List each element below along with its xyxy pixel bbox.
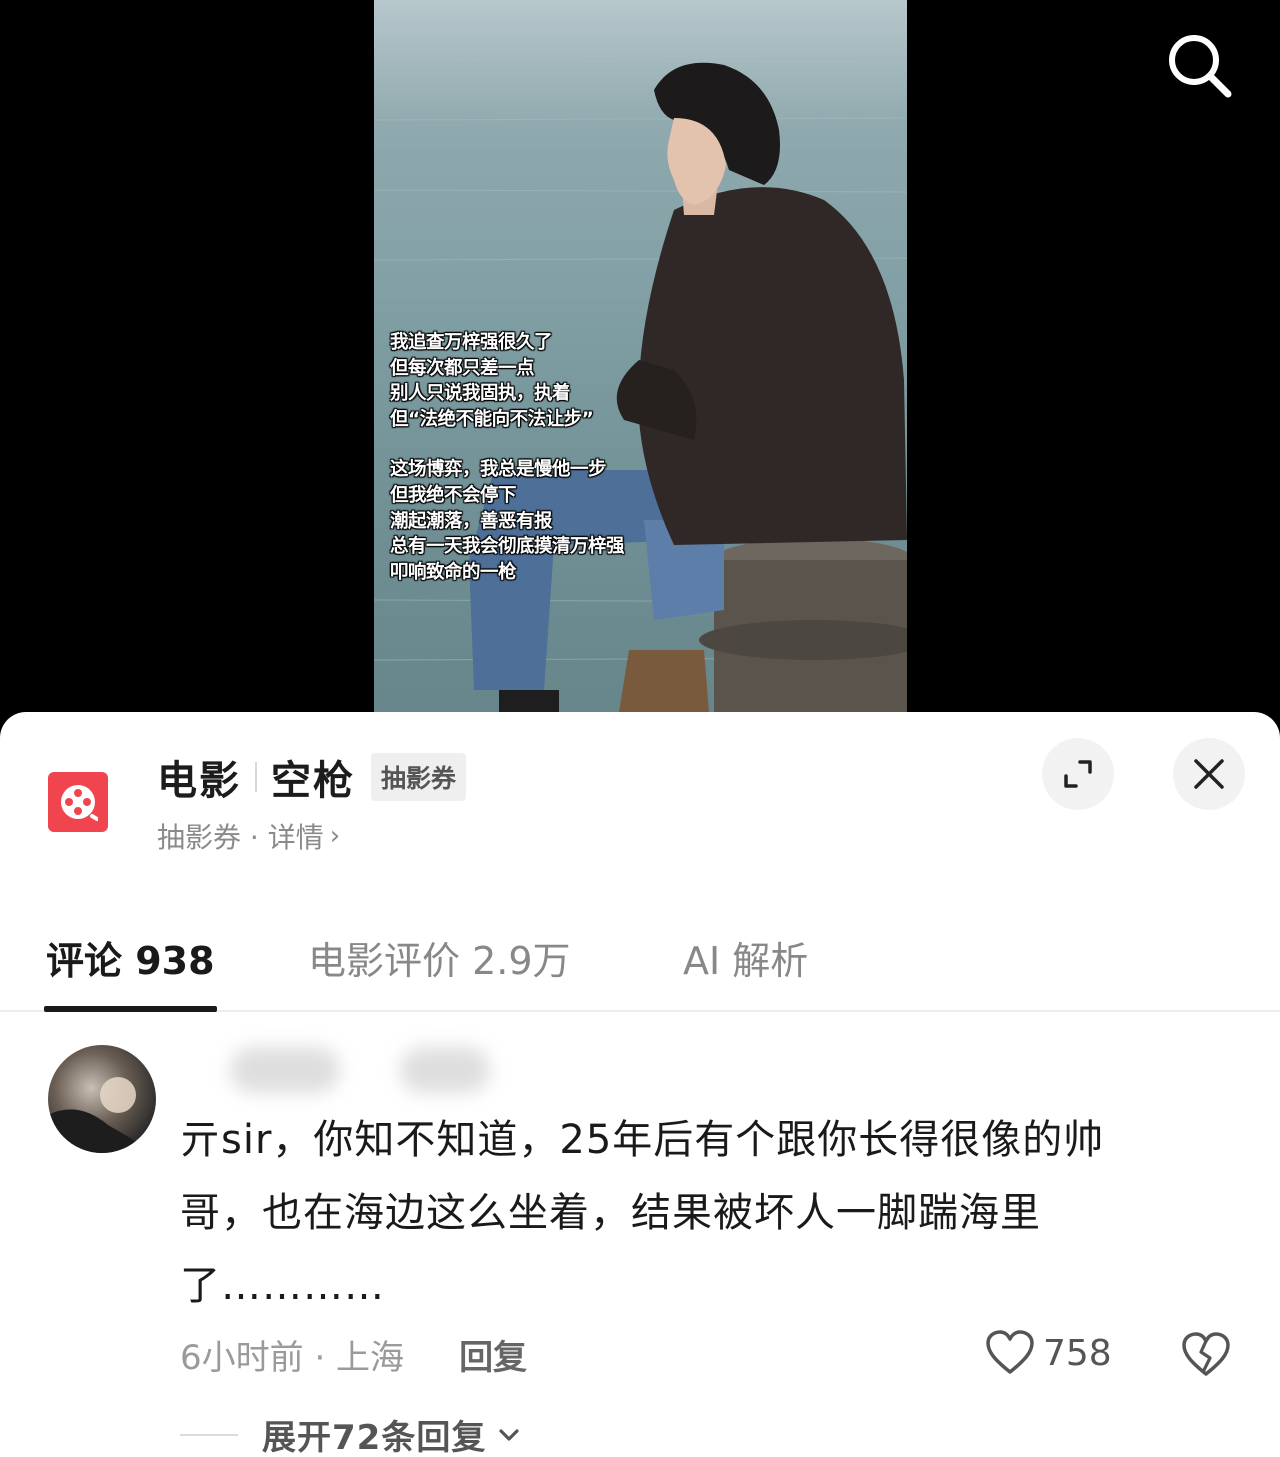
close-icon — [1194, 759, 1224, 789]
comment-text: 亓sir，你知不知道，25年后有个跟你长得很像的帅哥，也在海边这么坐着，结果被坏… — [180, 1117, 1105, 1309]
comment-meta: 6小时前 · 上海 回复 — [180, 1330, 527, 1379]
user-badge-blurred — [400, 1047, 490, 1093]
caption-line: 但我绝不会停下 — [390, 484, 517, 506]
chevron-down-icon — [499, 1428, 519, 1441]
caption-line: 潮起潮落，善恶有报 — [390, 510, 553, 532]
movie-title: 空枪 — [271, 758, 355, 804]
movie-title-row[interactable]: 电影 空枪 抽影券 — [157, 748, 467, 806]
caption-line: 我追查万梓强很久了 — [390, 332, 553, 353]
heart-icon — [986, 1330, 1034, 1374]
comment-time-location: 6小时前 · 上海 — [180, 1338, 405, 1378]
video-player[interactable]: 我追查万梓强很久了 但每次都只差一点别人只说我固执，执着但“法绝不能向不法让步” 这… — [0, 0, 1280, 712]
search-icon — [1169, 35, 1232, 98]
caption-line: 但每次都只差一点 — [390, 357, 535, 379]
title-divider — [255, 762, 257, 792]
caption-line: 别人只说我固执，执着 — [390, 383, 571, 405]
tab-movie-ratings[interactable]: 电影评价 2.9万 — [308, 930, 571, 985]
active-tab-indicator — [44, 1006, 217, 1012]
movie-logo[interactable] — [48, 772, 108, 832]
comment-tabs: 评论 938 电影评价 2.9万 AI 解析 — [0, 922, 1280, 1012]
chevron-right-icon: › — [329, 821, 341, 851]
dislike-button[interactable] — [1181, 1332, 1231, 1382]
broken-heart-icon — [1182, 1332, 1230, 1376]
tab-comments[interactable]: 评论 938 — [46, 930, 215, 985]
comment-sheet: 电影 空枪 抽影券 抽影券 · 详情 › 评论 938 电影评价 2.9万 AI… — [0, 712, 1280, 1457]
caption-line — [390, 432, 690, 457]
tab-ai-analysis[interactable]: AI 解析 — [683, 930, 808, 985]
expand-button[interactable] — [1042, 738, 1114, 810]
divider-line — [180, 1433, 238, 1436]
movie-category: 电影 — [157, 758, 241, 804]
caption-line: 总有一天我会彻底摸清万梓强 — [390, 536, 625, 558]
avatar-image — [48, 1077, 156, 1153]
movie-subtitle: 抽影券 · 详情 — [157, 821, 324, 854]
expand-replies-button[interactable]: 展开72条回复 — [180, 1410, 524, 1457]
avatar[interactable] — [48, 1045, 156, 1153]
ticket-lottery-tag: 抽影券 — [371, 753, 467, 801]
movie-detail-link[interactable]: 抽影券 · 详情 › — [157, 816, 340, 856]
caption-line: 这场博弈，我总是慢他一步 — [390, 459, 607, 481]
close-button[interactable] — [1173, 738, 1245, 810]
reply-button[interactable]: 回复 — [459, 1330, 527, 1379]
search-button[interactable] — [1164, 30, 1234, 100]
like-count: 758 — [1043, 1332, 1112, 1374]
expand-replies-label: 展开72条回复 — [262, 1418, 487, 1457]
caption-line: 但“法绝不能向不法让步” — [390, 408, 594, 430]
expand-icon — [1064, 760, 1092, 788]
film-reel-icon — [61, 785, 98, 821]
video-frame[interactable]: 我追查万梓强很久了 但每次都只差一点别人只说我固执，执着但“法绝不能向不法让步” 这… — [374, 0, 907, 712]
username-blurred[interactable] — [230, 1047, 340, 1093]
caption-line: 叩响致命的一枪 — [390, 561, 517, 583]
video-caption-overlay: 我追查万梓强很久了 但每次都只差一点别人只说我固执，执着但“法绝不能向不法让步” 这… — [390, 330, 690, 585]
like-button[interactable]: 758 — [985, 1330, 1112, 1376]
